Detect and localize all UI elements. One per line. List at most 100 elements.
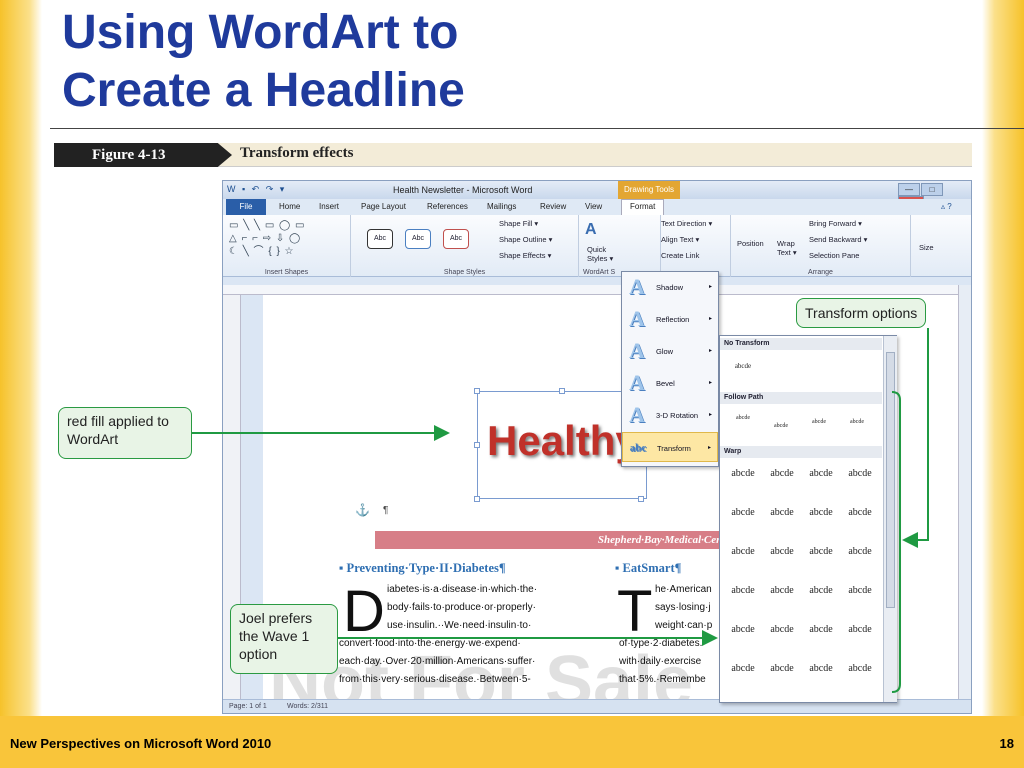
arrange-label: Arrange: [808, 269, 833, 276]
bevel-effect-icon: A: [629, 370, 645, 395]
warp-option[interactable]: abcde: [724, 659, 762, 679]
path-option[interactable]: abcde: [838, 412, 876, 432]
tab-home[interactable]: Home: [279, 202, 300, 211]
resize-handle[interactable]: [474, 496, 480, 502]
path-option[interactable]: abcde: [762, 416, 800, 436]
submenu-arrow-icon: ▸: [708, 412, 712, 418]
no-transform-header: No Transform: [720, 338, 882, 350]
quick-styles-sub[interactable]: Styles ▾: [587, 254, 613, 263]
scroll-thumb[interactable]: [886, 352, 895, 608]
bring-forward-button[interactable]: Bring Forward ▾: [809, 219, 862, 228]
warp-option[interactable]: abcde: [763, 503, 801, 523]
warp-option[interactable]: abcde: [802, 581, 840, 601]
warp-option[interactable]: abcde: [763, 542, 801, 562]
warp-option[interactable]: abcde: [802, 503, 840, 523]
warp-option[interactable]: abcde: [763, 581, 801, 601]
shadow-effect-icon: A: [629, 274, 645, 299]
tab-review[interactable]: Review: [540, 202, 566, 211]
menu-item-3d-rotation[interactable]: A 3-D Rotation ▸: [622, 400, 718, 430]
size-button[interactable]: Size: [919, 243, 934, 252]
warp-option[interactable]: abcde: [841, 503, 879, 523]
wrap-text-button[interactable]: Wrap: [777, 239, 795, 248]
warp-option[interactable]: abcde: [724, 464, 762, 484]
window-controls: —□✕: [898, 183, 970, 209]
warp-option[interactable]: abcde: [802, 620, 840, 640]
tab-file[interactable]: File: [226, 199, 266, 215]
warp-option[interactable]: abcde: [802, 659, 840, 679]
warp-option[interactable]: abcde: [841, 620, 879, 640]
slide-number: 18: [999, 736, 1014, 751]
tab-insert[interactable]: Insert: [319, 202, 339, 211]
resize-handle[interactable]: [474, 442, 480, 448]
tab-page-layout[interactable]: Page Layout: [361, 202, 406, 211]
quick-access-toolbar[interactable]: W ▪ ↶ ↷ ▾: [227, 184, 286, 195]
position-button[interactable]: Position: [737, 239, 764, 248]
submenu-arrow-icon: ▸: [708, 380, 712, 386]
shape-style-black[interactable]: Abc: [367, 229, 393, 249]
tab-references[interactable]: References: [427, 202, 468, 211]
text-direction-button[interactable]: Text Direction ▾: [661, 219, 712, 228]
resize-handle[interactable]: [559, 388, 565, 394]
warp-option[interactable]: abcde: [763, 620, 801, 640]
anchor-icon: ⚓: [355, 503, 370, 517]
shape-fill-button[interactable]: Shape Fill ▾: [499, 219, 538, 228]
dropcap-d: D: [343, 579, 385, 644]
warp-option[interactable]: abcde: [841, 464, 879, 484]
menu-item-bevel[interactable]: A Bevel ▸: [622, 368, 718, 398]
create-link-button[interactable]: Create Link: [661, 251, 699, 260]
shape-outline-button[interactable]: Shape Outline ▾: [499, 235, 552, 244]
menu-item-transform[interactable]: abc Transform ▸: [622, 432, 718, 462]
size-group: Size: [911, 215, 947, 277]
no-transform-option[interactable]: abcde: [724, 356, 762, 376]
masthead-bar: Shepherd·Bay·Medical·Center¶....: [375, 531, 757, 549]
warp-option[interactable]: abcde: [724, 503, 762, 523]
shape-style-blue[interactable]: Abc: [405, 229, 431, 249]
warp-option[interactable]: abcde: [841, 542, 879, 562]
shape-effects-button[interactable]: Shape Effects ▾: [499, 251, 551, 260]
vertical-scrollbar[interactable]: [958, 285, 971, 703]
path-option[interactable]: abcde: [724, 408, 762, 428]
tab-mailings[interactable]: Mailings: [487, 202, 516, 211]
quick-styles-icon[interactable]: A: [585, 221, 597, 239]
warp-option[interactable]: abcde: [724, 620, 762, 640]
minimize-icon[interactable]: —: [898, 183, 920, 196]
page-count[interactable]: Page: 1 of 1: [229, 703, 267, 710]
align-text-button[interactable]: Align Text ▾: [661, 235, 699, 244]
warp-option[interactable]: abcde: [841, 581, 879, 601]
shape-styles-group: Abc Abc Abc Shape Fill ▾ Shape Outline ▾…: [351, 215, 579, 277]
warp-option[interactable]: abcde: [802, 464, 840, 484]
insert-shapes-group: ▭ ╲ ╲ ▭ ◯ ▭ △ ⌐ ⌐ ⇨ ⇩ ◯ ☾ ╲ ⌒ { } ☆ Insert…: [223, 215, 351, 277]
menu-item-shadow[interactable]: A Shadow ▸: [622, 272, 718, 302]
warp-option[interactable]: abcde: [724, 581, 762, 601]
quick-styles-button[interactable]: Quick: [587, 245, 606, 254]
path-option[interactable]: abcde: [800, 412, 838, 432]
resize-handle[interactable]: [638, 496, 644, 502]
menu-item-reflection[interactable]: A Reflection ▸: [622, 304, 718, 334]
callout-transform-options: Transform options: [796, 298, 927, 328]
title-divider: [50, 128, 1024, 129]
arrange-group: Position Wrap Text ▾ Bring Forward ▾ Sen…: [731, 215, 911, 277]
shapes-gallery-icon[interactable]: ▭ ╲ ╲ ▭ ◯ ▭ △ ⌐ ⌐ ⇨ ⇩ ◯ ☾ ╲ ⌒ { } ☆: [229, 219, 305, 258]
warp-option[interactable]: abcde: [802, 542, 840, 562]
wordart-headline[interactable]: Healthy: [487, 417, 639, 465]
warp-option[interactable]: abcde: [724, 542, 762, 562]
paragraph-mark: ¶: [383, 505, 389, 516]
word-count[interactable]: Words: 2/311: [287, 703, 328, 710]
send-backward-button[interactable]: Send Backward ▾: [809, 235, 867, 244]
gallery-scrollbar[interactable]: [883, 336, 897, 702]
tab-format[interactable]: Format: [621, 199, 665, 215]
tab-view[interactable]: View: [585, 202, 602, 211]
warp-option[interactable]: abcde: [841, 659, 879, 679]
wrap-text-sub[interactable]: Text ▾: [777, 248, 797, 257]
maximize-icon[interactable]: □: [921, 183, 943, 196]
body-line: iabetes·is·a·disease·in·which·the·: [387, 584, 538, 595]
shape-style-red[interactable]: Abc: [443, 229, 469, 249]
resize-handle[interactable]: [474, 388, 480, 394]
body-line: body·fails·to·produce·or·properly·: [387, 602, 536, 613]
warp-option[interactable]: abcde: [763, 659, 801, 679]
menu-item-glow[interactable]: A Glow ▸: [622, 336, 718, 366]
help-icon[interactable]: ▵ ?: [941, 202, 952, 211]
warp-option[interactable]: abcde: [763, 464, 801, 484]
horizontal-ruler[interactable]: [223, 285, 971, 295]
selection-pane-button[interactable]: Selection Pane: [809, 251, 859, 260]
